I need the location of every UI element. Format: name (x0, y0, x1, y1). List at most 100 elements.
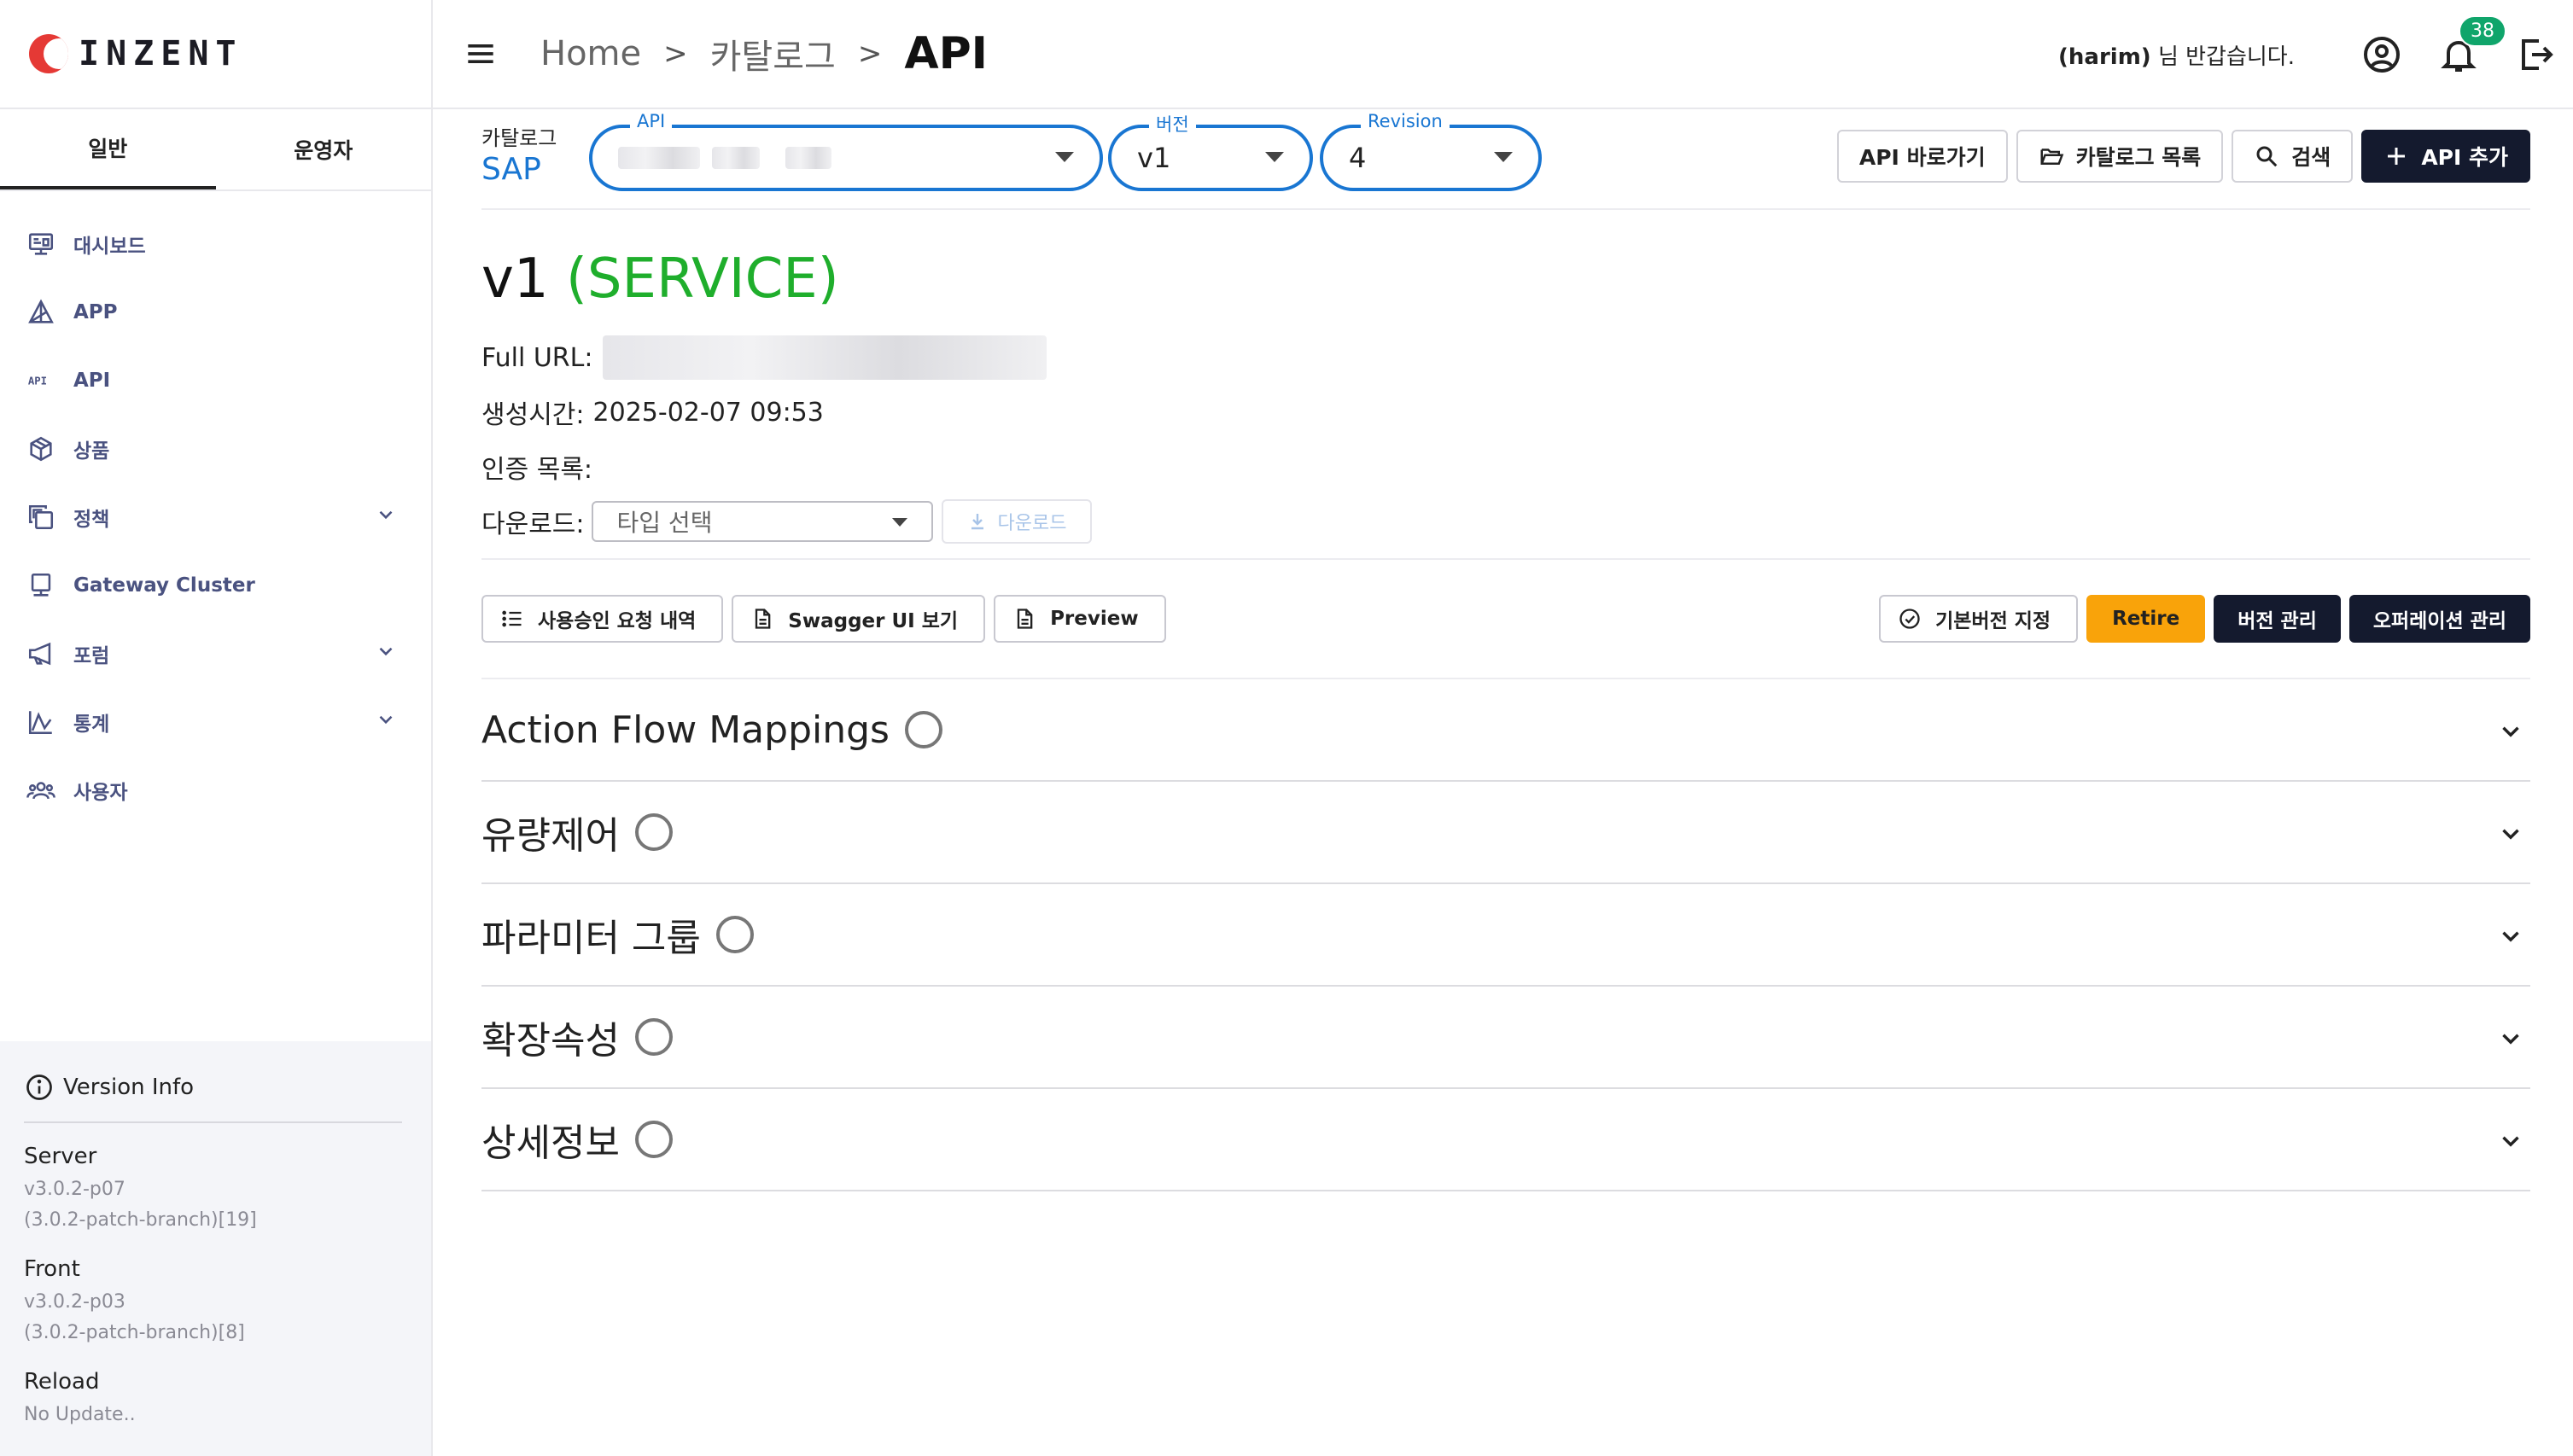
front-version-branch: (3.0.2-patch-branch)[8] (24, 1322, 245, 1343)
search-icon (2256, 146, 2278, 167)
chevron-down-icon[interactable] (2496, 819, 2525, 848)
notification-badge: 38 (2459, 15, 2506, 47)
server-version-branch: (3.0.2-patch-branch)[19] (24, 1209, 257, 1231)
sidebar: INZENT 일반 운영자 대시보드 APP API API 상품 정책 Gat… (0, 0, 433, 1456)
sidebar-item-app[interactable]: APP (0, 278, 431, 347)
account-icon[interactable] (2361, 34, 2402, 75)
sidebar-tabs: 일반 운영자 (0, 109, 431, 191)
download-button[interactable]: 다운로드 (941, 499, 1093, 544)
breadcrumb-separator: > (663, 37, 688, 71)
section-title: 유량제어 (481, 814, 620, 858)
version-select[interactable]: 버전 v1 (1108, 111, 1313, 191)
download-type-placeholder: 타입 선택 (616, 509, 713, 537)
tab-general[interactable]: 일반 (0, 109, 216, 189)
swagger-ui-button[interactable]: Swagger UI 보기 (732, 595, 986, 643)
policy-icon (26, 502, 56, 533)
list-icon (502, 610, 522, 627)
section-title: Action Flow Mappings (481, 708, 890, 752)
chart-icon (26, 707, 56, 737)
preview-button[interactable]: Preview (994, 595, 1166, 643)
sidebar-item-api[interactable]: API API (0, 347, 431, 415)
greeting-text: 님 반갑습니다. (2157, 44, 2295, 70)
catalog-list-label: 카탈로그 목록 (2075, 145, 2202, 170)
api-shortcut-button[interactable]: API 바로가기 (1836, 130, 2008, 183)
redacted-value (712, 147, 760, 169)
approval-requests-label: 사용승인 요청 내역 (538, 610, 697, 632)
chevron-down-icon[interactable] (2496, 922, 2525, 951)
version-info-panel: Version Info Server v3.0.2-p07 (3.0.2-pa… (0, 1041, 431, 1456)
full-url-label: Full URL: (481, 342, 593, 373)
chevron-down-icon[interactable] (2496, 1127, 2525, 1156)
api-select-label: API (630, 111, 673, 131)
add-api-button[interactable]: API 추가 (2361, 130, 2530, 183)
revision-select[interactable]: Revision 4 (1320, 111, 1542, 191)
check-circle-icon (1899, 609, 1920, 629)
sidebar-nav: 대시보드 APP API API 상품 정책 Gateway Cluster 포… (0, 191, 431, 824)
top-header: Home > 카탈로그 > API (harim) 님 반갑습니다. 38 (433, 0, 2573, 109)
info-icon (26, 1075, 52, 1100)
download-type-select[interactable]: 타입 선택 (591, 501, 933, 542)
logout-icon[interactable] (2515, 34, 2556, 75)
chevron-down-icon[interactable] (375, 504, 397, 531)
chevron-down-icon[interactable] (375, 708, 397, 736)
brand-logo[interactable]: INZENT (0, 0, 431, 109)
version-manage-label: 버전 관리 (2238, 610, 2317, 632)
sidebar-item-dashboard[interactable]: 대시보드 (0, 210, 431, 278)
section-parameter-group[interactable]: 파라미터 그룹 (481, 884, 2530, 987)
chevron-down-icon[interactable] (2496, 717, 2525, 746)
api-action-bar: 사용승인 요청 내역 Swagger UI 보기 Preview 기본버전 지정… (481, 560, 2530, 679)
operation-manage-button[interactable]: 오퍼레이션 관리 (2348, 595, 2530, 643)
breadcrumb-home[interactable]: Home (540, 34, 641, 73)
sidebar-item-product[interactable]: 상품 (0, 415, 431, 483)
version-info-header: Version Info (24, 1072, 402, 1123)
server-icon (26, 570, 56, 601)
document-icon (1017, 609, 1033, 629)
notification-bell-icon[interactable]: 38 (2438, 15, 2506, 75)
chevron-down-icon[interactable] (375, 640, 397, 667)
catalog-list-button[interactable]: 카탈로그 목록 (2016, 130, 2224, 183)
approval-requests-button[interactable]: 사용승인 요청 내역 (481, 595, 724, 643)
full-url-row: Full URL: (481, 335, 2530, 380)
sidebar-item-label: 포럼 (73, 645, 110, 667)
redacted-value (618, 147, 700, 169)
sidebar-item-gateway-cluster[interactable]: Gateway Cluster (0, 551, 431, 620)
api-version: v1 (481, 248, 549, 311)
section-action-flow-mappings[interactable]: Action Flow Mappings (481, 679, 2530, 782)
preview-label: Preview (1050, 608, 1139, 630)
version-manage-button[interactable]: 버전 관리 (2214, 595, 2341, 643)
breadcrumb-catalog[interactable]: 카탈로그 (710, 29, 836, 79)
section-details[interactable]: 상세정보 (481, 1089, 2530, 1191)
sidebar-item-users[interactable]: 사용자 (0, 756, 431, 824)
section-rate-limit[interactable]: 유량제어 (481, 782, 2530, 884)
menu-icon[interactable] (462, 35, 499, 73)
status-ring-icon (715, 916, 754, 953)
retire-button[interactable]: Retire (2086, 595, 2206, 643)
search-label: 검색 (2291, 145, 2331, 170)
set-default-version-button[interactable]: 기본버전 지정 (1879, 595, 2079, 643)
revision-select-value: 4 (1349, 142, 1367, 174)
tab-operator[interactable]: 운영자 (216, 109, 432, 189)
sidebar-item-label: 상품 (73, 440, 110, 463)
chevron-down-icon[interactable] (2496, 1024, 2525, 1053)
redacted-value (785, 147, 831, 169)
catalog-value[interactable]: SAP (481, 152, 541, 187)
section-extended-attributes[interactable]: 확장속성 (481, 987, 2530, 1089)
logo-mark-icon (29, 34, 68, 73)
api-select[interactable]: API (589, 111, 1103, 191)
header-actions: (harim) 님 반갑습니다. 38 (2058, 0, 2556, 109)
section-title: 상세정보 (481, 1121, 620, 1165)
swagger-ui-label: Swagger UI 보기 (788, 610, 959, 632)
status-ring-icon (634, 813, 673, 851)
sidebar-item-label: Gateway Cluster (73, 574, 255, 597)
sidebar-item-forum[interactable]: 포럼 (0, 620, 431, 688)
operation-manage-label: 오퍼레이션 관리 (2372, 610, 2506, 632)
sidebar-item-label: API (73, 370, 111, 392)
sidebar-item-policy[interactable]: 정책 (0, 483, 431, 551)
search-button[interactable]: 검색 (2232, 130, 2354, 183)
created-row: 생성시간: 2025-02-07 09:53 (481, 396, 2530, 431)
user-name: (harim) (2058, 44, 2151, 70)
version-select-label: 버전 (1149, 111, 1196, 137)
document-icon (756, 609, 771, 629)
reload-status: Reload No Update.. (24, 1369, 402, 1430)
sidebar-item-statistics[interactable]: 통계 (0, 688, 431, 756)
